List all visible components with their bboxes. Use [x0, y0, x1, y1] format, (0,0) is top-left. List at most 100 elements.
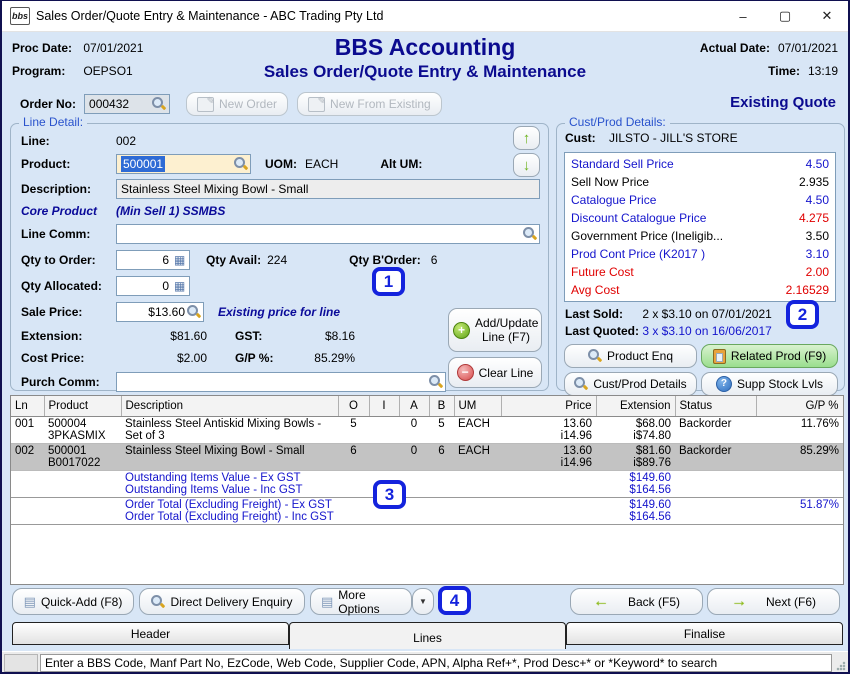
- app-icon: bbs: [10, 7, 30, 25]
- price-row[interactable]: Government Price (Ineligib...3.50: [565, 227, 835, 245]
- more-options-dropdown-button[interactable]: ▼: [412, 588, 434, 615]
- cell-extension-inc: i$74.80: [600, 430, 671, 442]
- qty-to-order-input[interactable]: 6 ▦: [116, 250, 190, 270]
- tab-finalise[interactable]: Finalise: [566, 622, 843, 645]
- new-from-existing-label: New From Existing: [330, 97, 431, 111]
- search-icon[interactable]: [429, 375, 443, 389]
- gp-label: G/P %:: [235, 351, 287, 365]
- cell-description: Stainless Steel Antiskid Mixing Bowls - …: [121, 417, 338, 444]
- related-prod-button[interactable]: Related Prod (F9): [701, 344, 838, 368]
- lines-table-header-row: LnProductDescriptionOIABUMPriceExtension…: [11, 396, 843, 417]
- price-row[interactable]: Standard Sell Price4.50: [565, 155, 835, 173]
- column-header[interactable]: Price: [501, 396, 596, 417]
- price-row[interactable]: Future Cost2.00: [565, 263, 835, 281]
- column-header[interactable]: B: [429, 396, 454, 417]
- qty-border-value: 6: [431, 253, 438, 267]
- column-header[interactable]: A: [399, 396, 429, 417]
- search-icon[interactable]: [152, 97, 166, 111]
- cust-prod-details-button[interactable]: Cust/Prod Details: [564, 372, 697, 396]
- qty-to-order-label: Qty to Order:: [21, 253, 116, 267]
- minimize-button[interactable]: –: [722, 1, 764, 31]
- resize-grip-icon[interactable]: [836, 661, 846, 671]
- price-row[interactable]: Catalogue Price4.50: [565, 191, 835, 209]
- cell-a: 0: [399, 444, 429, 471]
- price-row-value: 3.50: [806, 227, 829, 245]
- summary-gp: 51.87%: [756, 498, 843, 525]
- add-update-line-button[interactable]: + Add/Update Line (F7): [448, 308, 542, 352]
- window-title: Sales Order/Quote Entry & Maintenance - …: [36, 9, 722, 23]
- purch-comm-input[interactable]: [116, 372, 446, 392]
- window-controls: – ▢ ✕: [722, 1, 848, 31]
- column-header[interactable]: Ln: [11, 396, 44, 417]
- product-input[interactable]: 500001: [116, 154, 251, 174]
- purch-comm-label: Purch Comm:: [21, 375, 116, 389]
- back-label: Back (F5): [628, 595, 680, 609]
- price-row-value: 3.10: [806, 245, 829, 263]
- form-icon: ▤: [321, 595, 333, 608]
- price-row[interactable]: Discount Catalogue Price4.275: [565, 209, 835, 227]
- qty-allocated-input[interactable]: 0 ▦: [116, 276, 190, 296]
- plus-icon: +: [453, 322, 470, 339]
- search-icon: [151, 595, 165, 609]
- cell-price: 13.60i14.96: [501, 417, 596, 444]
- sale-price-input[interactable]: $13.60: [116, 302, 204, 322]
- next-button[interactable]: → Next (F6): [707, 588, 840, 615]
- new-from-existing-button[interactable]: New From Existing: [297, 92, 442, 116]
- close-button[interactable]: ✕: [806, 1, 848, 31]
- column-header[interactable]: O: [338, 396, 369, 417]
- cell-ln: 002: [11, 444, 44, 471]
- tab-header[interactable]: Header: [12, 622, 289, 645]
- summary-values: $149.60$164.56: [596, 471, 675, 498]
- summary-label: Order Total (Excluding Freight) - Ex GST: [125, 499, 334, 511]
- cell-product-code: 500001: [48, 445, 117, 457]
- new-order-button[interactable]: New Order: [186, 92, 288, 116]
- summary-value: $164.56: [600, 511, 671, 523]
- cell-o: 5: [338, 417, 369, 444]
- column-header[interactable]: Extension: [596, 396, 675, 417]
- back-button[interactable]: ← Back (F5): [570, 588, 703, 615]
- line-comm-input[interactable]: [116, 224, 540, 244]
- price-row[interactable]: Avg Cost2.16529: [565, 281, 835, 299]
- table-row[interactable]: 002500001B0017022Stainless Steel Mixing …: [11, 444, 843, 471]
- clear-line-button[interactable]: − Clear Line: [448, 357, 542, 388]
- cell-um: EACH: [454, 444, 501, 471]
- quick-add-button[interactable]: ▤ Quick-Add (F8): [12, 588, 134, 615]
- sale-price-label: Sale Price:: [21, 305, 116, 319]
- direct-delivery-enquiry-button[interactable]: Direct Delivery Enquiry: [139, 588, 305, 615]
- search-icon[interactable]: [187, 305, 201, 319]
- tab-lines[interactable]: Lines: [289, 622, 566, 649]
- cust-prod-details-label: Cust/Prod Details: [593, 377, 686, 391]
- price-row[interactable]: Sell Now Price2.935: [565, 173, 835, 191]
- column-header[interactable]: UM: [454, 396, 501, 417]
- column-header[interactable]: I: [369, 396, 399, 417]
- order-no-input[interactable]: 000432: [84, 94, 170, 114]
- line-down-button[interactable]: ↓: [513, 153, 540, 177]
- column-header[interactable]: G/P %: [756, 396, 843, 417]
- cell-product-alt: B0017022: [48, 457, 117, 469]
- cust-prod-panel: Cust/Prod Details: Cust: JILSTO - JILL'S…: [556, 123, 845, 391]
- calculator-icon[interactable]: ▦: [174, 280, 187, 293]
- price-row[interactable]: Prod Cont Price (K2017 )3.10: [565, 245, 835, 263]
- cell-gp: 85.29%: [756, 444, 843, 471]
- supp-stock-lvls-button[interactable]: ? Supp Stock Lvls: [701, 372, 838, 396]
- column-header[interactable]: Status: [675, 396, 756, 417]
- cell-extension-ex: $68.00: [600, 418, 671, 430]
- search-icon[interactable]: [234, 157, 248, 171]
- summary-gp-value: [760, 484, 839, 496]
- column-header[interactable]: Description: [121, 396, 338, 417]
- search-icon[interactable]: [523, 227, 537, 241]
- maximize-button[interactable]: ▢: [764, 1, 806, 31]
- new-from-existing-icon: [308, 97, 325, 112]
- last-sold-label: Last Sold:: [565, 307, 639, 321]
- last-sold-value: 2 x $3.10 on 07/01/2021: [642, 307, 771, 321]
- cell-i: [369, 444, 399, 471]
- cell-product: 5000043PKASMIX: [44, 417, 121, 444]
- calculator-icon[interactable]: ▦: [174, 254, 187, 267]
- table-row[interactable]: 0015000043PKASMIXStainless Steel Antiski…: [11, 417, 843, 444]
- more-options-button[interactable]: ▤ More Options: [310, 588, 412, 615]
- question-icon: ?: [716, 376, 732, 392]
- next-arrow-icon: →: [731, 596, 747, 608]
- product-enq-button[interactable]: Product Enq: [564, 344, 697, 368]
- line-up-button[interactable]: ↑: [513, 126, 540, 150]
- column-header[interactable]: Product: [44, 396, 121, 417]
